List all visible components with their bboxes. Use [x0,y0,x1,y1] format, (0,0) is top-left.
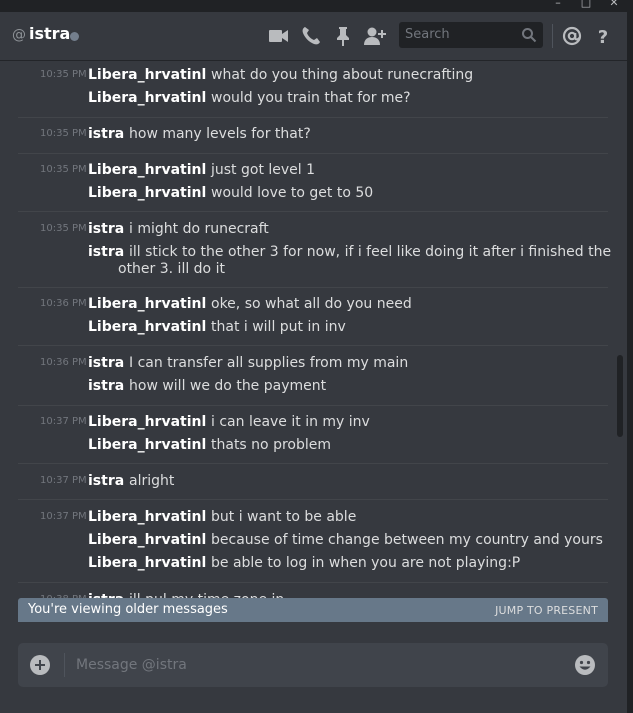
message-group: 10:36 PM Libera_hrvatinl oke, so what al… [18,288,608,346]
message-author[interactable]: Libera_hrvatinl [88,530,206,550]
plus-icon[interactable] [30,655,50,675]
message-author[interactable]: Libera_hrvatinl [88,65,206,85]
message-text: would you train that for me? [211,90,411,106]
message-list[interactable]: 10:35 PM Libera_hrvatinl what do you thi… [0,60,620,598]
message-author[interactable]: Libera_hrvatinl [88,435,206,455]
message-text-continuation: other 3. ill do it [118,261,225,277]
header-divider [552,24,553,48]
message-text: how many levels for that? [129,126,311,142]
message-text: would love to get to 50 [211,185,374,201]
message-text: i might do runecraft [129,221,269,237]
pin-icon[interactable] [332,25,354,47]
svg-text:?: ? [598,27,608,47]
message-author[interactable]: istra [88,353,124,373]
at-symbol: @ [12,27,26,43]
add-friend-icon[interactable] [363,25,386,47]
search-placeholder: Search [405,27,450,42]
message-text: because of time change between my countr… [211,532,603,548]
dm-username[interactable]: istra [29,24,70,43]
maximize-icon[interactable]: □ [576,0,596,11]
composer-divider [64,653,65,677]
scrollbar-thumb[interactable] [617,355,623,437]
message-input[interactable] [76,653,556,677]
message-text: be able to log in when you are not playi… [211,555,521,571]
message-text: how will we do the payment [129,378,327,394]
message-timestamp: 10:36 PM [40,298,87,309]
message-author[interactable]: Libera_hrvatinl [88,183,206,203]
message-author[interactable]: Libera_hrvatinl [88,317,206,337]
message-timestamp: 10:37 PM [40,416,87,427]
message-author[interactable]: Libera_hrvatinl [88,507,206,527]
message-text: alright [129,473,175,489]
message-author[interactable]: Libera_hrvatinl [88,88,206,108]
message-text: i can leave it in my inv [211,414,370,430]
message-group: 10:35 PM istra i might do runecraft istr… [18,212,611,288]
message-timestamp: 10:37 PM [40,475,87,486]
search-icon[interactable] [521,27,537,47]
status-indicator [70,32,79,41]
message-timestamp: 10:35 PM [40,164,87,175]
message-composer [18,643,608,687]
message-author[interactable]: Libera_hrvatinl [88,160,206,180]
search-box[interactable]: Search [399,22,543,48]
message-author[interactable]: Libera_hrvatinl [88,294,206,314]
message-author[interactable]: istra [88,590,124,598]
message-text: oke, so what all do you need [211,296,412,312]
window-titlebar: – □ ✕ [0,0,633,12]
emoji-icon[interactable] [574,654,596,680]
message-group: 10:38 PM istra ill pul my time zone in [18,583,608,598]
message-group: 10:36 PM istra I can transfer all suppli… [18,346,608,406]
message-author[interactable]: istra [88,219,124,239]
message-timestamp: 10:36 PM [40,357,87,368]
message-author[interactable]: istra [88,376,124,396]
window-edge [627,12,633,713]
message-group: 10:35 PM Libera_hrvatinl what do you thi… [18,60,608,118]
message-group: 10:35 PM Libera_hrvatinl just got level … [18,154,608,212]
mention-icon[interactable] [561,25,583,47]
message-group: 10:37 PM Libera_hrvatinl i can leave it … [18,406,608,464]
message-text: I can transfer all supplies from my main [129,355,409,371]
phone-icon[interactable] [300,25,322,47]
message-timestamp: 10:35 PM [40,69,87,80]
older-messages-text: You're viewing older messages [28,602,228,617]
jump-to-present-button[interactable]: JUMP TO PRESENT [495,604,598,617]
message-author[interactable]: istra [88,471,124,491]
message-text: thats no problem [211,437,331,453]
help-icon[interactable]: ? [592,25,614,48]
message-text: that i will put in inv [211,319,346,335]
message-group: 10:37 PM Libera_hrvatinl but i want to b… [18,500,608,583]
message-timestamp: 10:37 PM [40,511,87,522]
channel-header: @ istra Search ? [0,12,627,60]
message-timestamp: 10:35 PM [40,223,87,234]
message-author[interactable]: Libera_hrvatinl [88,553,206,573]
message-text: ill pul my time zone in [129,590,284,598]
message-timestamp: 10:35 PM [40,128,87,139]
message-group: 10:35 PM istra how many levels for that? [18,118,608,154]
message-author[interactable]: istra [88,124,124,144]
message-group: 10:37 PM istra alright [18,464,608,500]
message-author[interactable]: Libera_hrvatinl [88,412,206,432]
message-text: just got level 1 [211,162,316,178]
message-timestamp: 10:38 PM [40,590,87,598]
video-camera-icon[interactable] [268,25,290,47]
minimize-icon[interactable]: – [548,0,568,11]
message-text: but i want to be able [211,509,357,525]
older-messages-banner: You're viewing older messages JUMP TO PR… [18,598,608,622]
close-icon[interactable]: ✕ [604,0,624,11]
message-text: what do you thing about runecrafting [211,67,474,83]
